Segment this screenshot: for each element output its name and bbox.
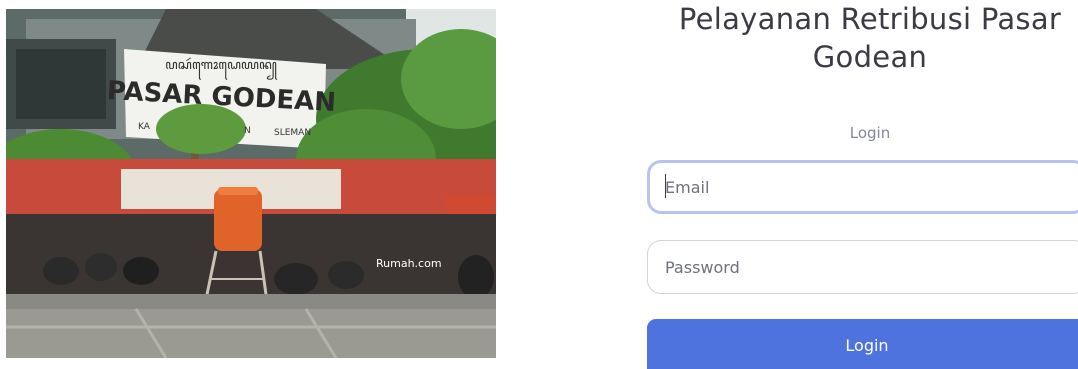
login-button[interactable]: Login — [647, 319, 1078, 369]
watermark-text: Rumah.com — [376, 257, 442, 270]
market-photo: ꦥꦱꦂꦒꦺꦴꦝꦺꦪꦤ꧀ PASAR GODEAN KA N SLEMAN Rum… — [6, 9, 496, 358]
page-title: Pelayanan Retribusi Pasar Godean — [678, 2, 1062, 74]
login-subtitle: Login — [849, 124, 891, 142]
login-page: ꦥꦱꦂꦒꦺꦴꦝꦺꦪꦤ꧀ PASAR GODEAN KA N SLEMAN Rum… — [0, 0, 1078, 369]
password-field[interactable] — [647, 240, 1078, 294]
sign-mid-text: N — [244, 126, 251, 136]
sign-left-text: KA — [138, 122, 151, 132]
sign-right-text: SLEMAN — [274, 128, 311, 138]
text-caret — [665, 174, 666, 198]
login-form: Pelayanan Retribusi Pasar Godean Login L… — [647, 0, 1078, 369]
email-field[interactable] — [647, 160, 1078, 214]
